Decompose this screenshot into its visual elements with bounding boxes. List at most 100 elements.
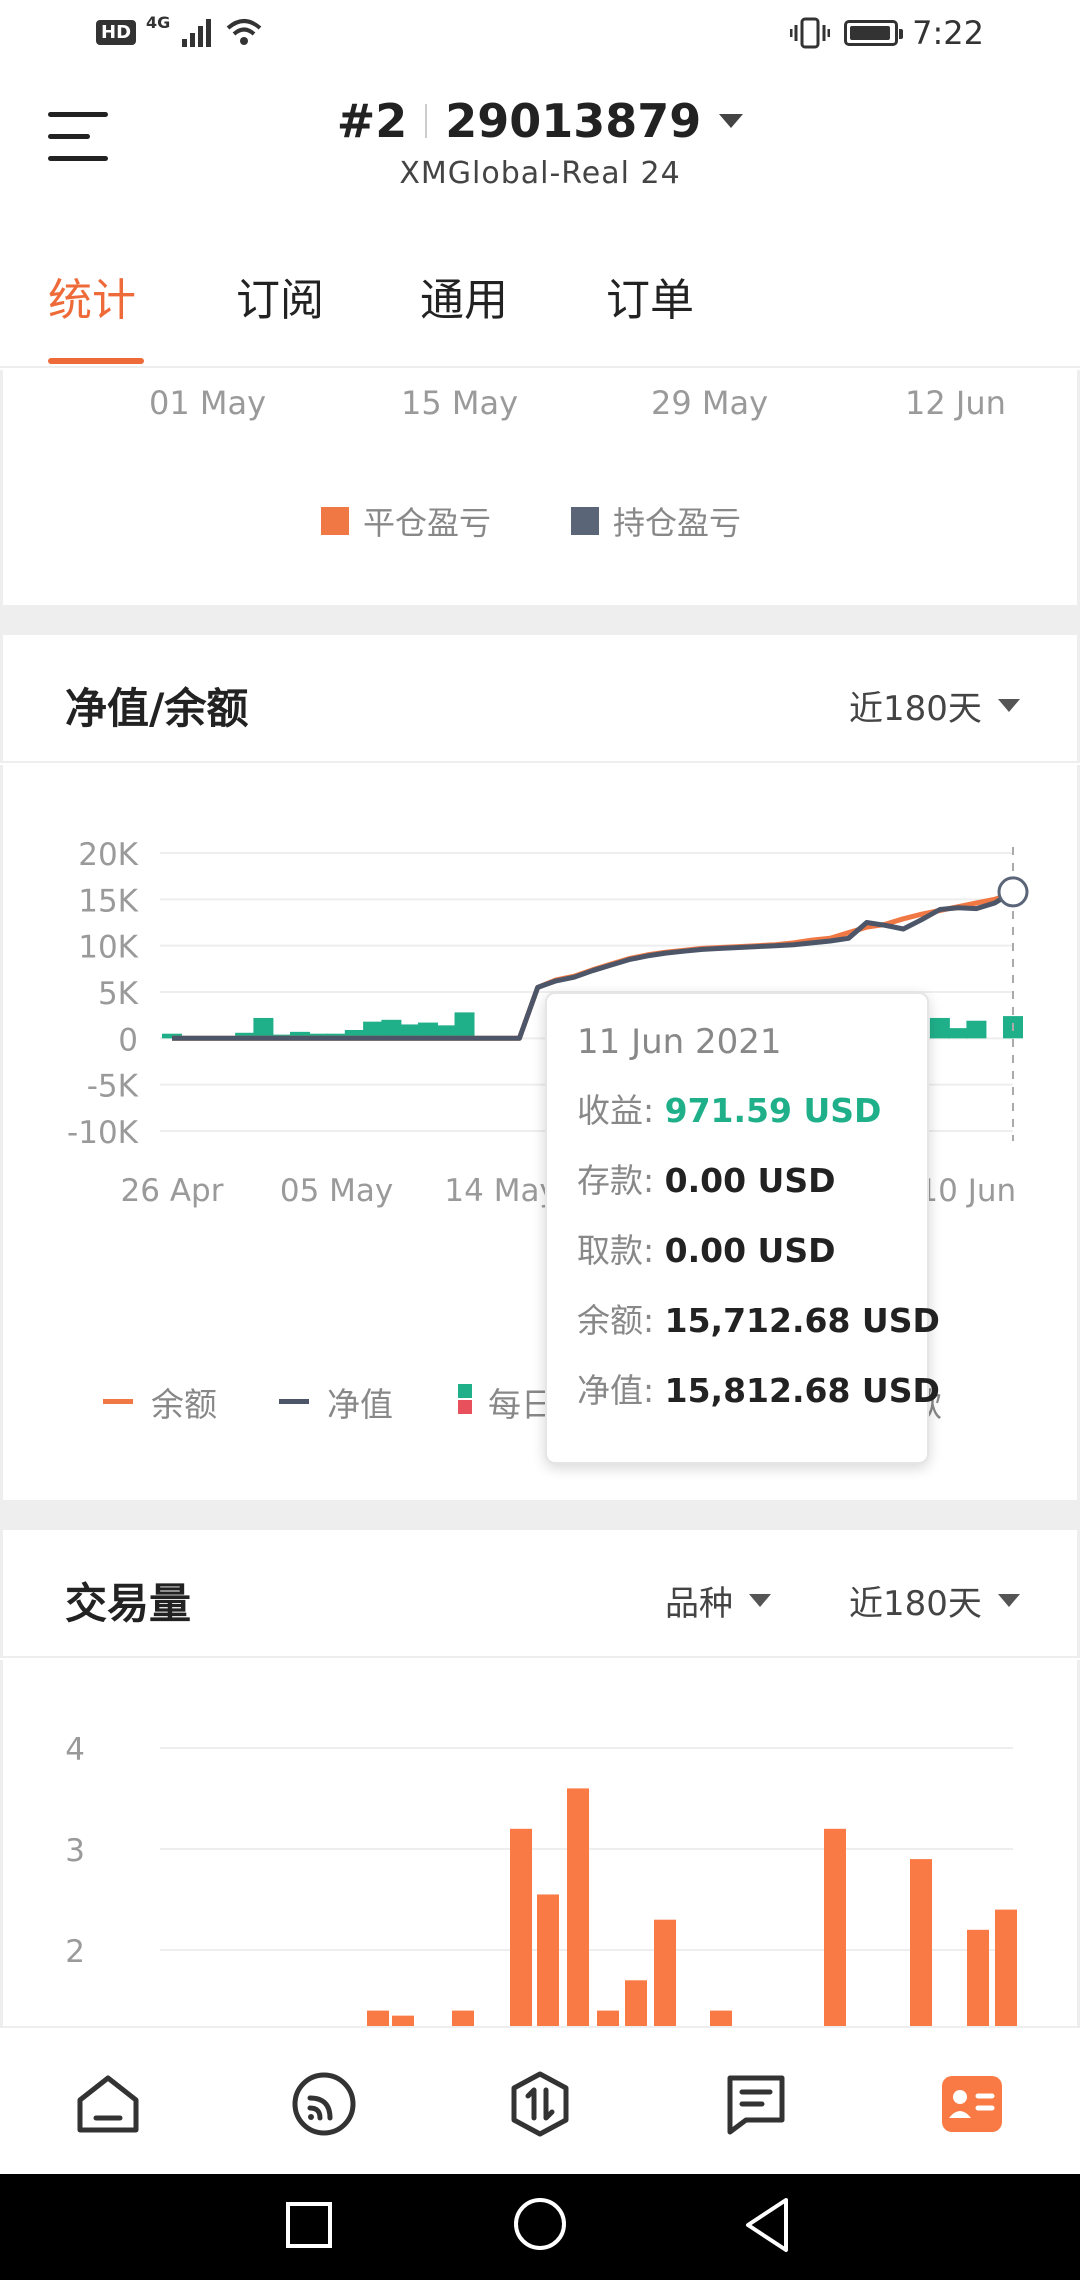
active-tab-indicator xyxy=(48,358,144,364)
status-bar: HD 4G 7:22 xyxy=(0,0,1080,72)
volume-bar xyxy=(367,2010,389,2026)
x-tick-label: 01 May xyxy=(149,384,267,422)
range-dropdown[interactable]: 近180天 xyxy=(849,1576,1020,1625)
back-icon[interactable] xyxy=(742,2196,792,2254)
tooltip-withdrawal: 取款: 0.00 USD xyxy=(577,1224,897,1272)
chevron-down-icon[interactable] xyxy=(719,114,744,128)
legend-swatch xyxy=(103,1399,133,1404)
chart-tooltip: 11 Jun 2021 收益: 971.59 USD 存款: 0.00 USD … xyxy=(545,992,940,1464)
range-label: 近180天 xyxy=(849,689,982,729)
volume-bar xyxy=(824,1828,846,2026)
status-left: HD 4G xyxy=(96,12,264,48)
tab-subscribe[interactable]: 订阅 xyxy=(236,264,324,328)
bottom-nav xyxy=(0,2026,1080,2174)
trade-icon[interactable] xyxy=(506,2070,574,2138)
x-tick-label: 14 May xyxy=(444,1173,557,1209)
tooltip-deposit: 存款: 0.00 USD xyxy=(577,1154,897,1202)
section-title: 交易量 xyxy=(65,1579,192,1628)
volume-bar xyxy=(392,2015,414,2026)
y-tick-label: 2 xyxy=(65,1934,85,1970)
volume-bar xyxy=(654,1919,676,2026)
y-tick-label: -5K xyxy=(87,1069,139,1105)
legend-swatch xyxy=(571,507,599,535)
daily-bar xyxy=(966,1020,987,1039)
volume-bar xyxy=(537,1894,559,2026)
account-selector[interactable]: #2 29013879 XMGlobal-Real 24 xyxy=(0,94,1080,191)
home-icon[interactable] xyxy=(74,2070,142,2138)
tooltip-value: 0.00 USD xyxy=(664,1161,836,1200)
tooltip-label: 净值: xyxy=(577,1371,655,1410)
tab-orders[interactable]: 订单 xyxy=(606,264,694,328)
network-type: 4G xyxy=(146,12,171,32)
daily-bar xyxy=(454,1012,475,1039)
clock: 7:22 xyxy=(912,14,984,52)
x-tick-label: 10 Jun xyxy=(918,1173,1016,1209)
wifi-icon xyxy=(226,19,262,45)
daily-bar xyxy=(948,1028,969,1039)
legend-swatch xyxy=(458,1400,472,1414)
daily-bar xyxy=(381,1019,402,1039)
tab-statistics[interactable]: 统计 xyxy=(48,264,136,328)
tooltip-profit: 收益: 971.59 USD xyxy=(577,1084,897,1132)
profile-card-icon[interactable] xyxy=(938,2070,1006,2138)
account-id: 29013879 xyxy=(445,94,702,148)
section-title: 净值/余额 xyxy=(65,684,249,733)
range-label: 近180天 xyxy=(849,1584,982,1624)
legend-label: 持仓盈亏 xyxy=(613,504,742,542)
tooltip-label: 收益: xyxy=(577,1091,655,1130)
volume-chart[interactable]: 4 3 2 xyxy=(0,1660,1080,2026)
tab-general[interactable]: 通用 xyxy=(420,264,508,328)
battery-icon xyxy=(844,20,904,46)
volume-bar xyxy=(510,1828,532,2026)
legend-closed-pl[interactable]: 平仓盈亏 xyxy=(321,498,491,544)
signals-icon[interactable] xyxy=(290,2070,358,2138)
x-tick-label: 26 Apr xyxy=(121,1173,224,1209)
legend-swatch xyxy=(279,1399,309,1404)
daily-bar xyxy=(929,1017,950,1039)
legend-label: 余额 xyxy=(151,1385,217,1424)
signal-icon xyxy=(182,19,212,47)
volume-section-header: 交易量 品种 近180天 xyxy=(0,1530,1080,1658)
x-tick-label: 29 May xyxy=(651,384,769,422)
legend-open-pl[interactable]: 持仓盈亏 xyxy=(571,498,741,544)
volume-bar xyxy=(625,1980,647,2026)
legend-swatch xyxy=(321,507,349,535)
system-nav-bar xyxy=(0,2174,1080,2280)
hd-badge: HD xyxy=(96,19,137,45)
tooltip-value: 0.00 USD xyxy=(664,1231,836,1270)
volume-bar xyxy=(567,1788,589,2026)
tooltip-balance: 余额: 15,712.68 USD xyxy=(577,1294,940,1342)
volume-bar xyxy=(910,1859,932,2026)
status-right: 7:22 xyxy=(790,14,984,52)
symbol-label: 品种 xyxy=(665,1584,733,1624)
range-dropdown[interactable]: 近180天 xyxy=(849,681,1020,730)
tooltip-value: 15,712.68 USD xyxy=(664,1301,940,1340)
tooltip-label: 余额: xyxy=(577,1301,655,1340)
x-tick-label: 05 May xyxy=(280,1173,393,1209)
y-tick-label: 20K xyxy=(78,837,138,873)
home-button[interactable] xyxy=(514,2198,566,2250)
legend-swatch xyxy=(458,1384,472,1398)
tab-bar: 统计 订阅 通用 订单 xyxy=(0,220,1080,368)
chevron-down-icon xyxy=(997,699,1020,712)
news-icon[interactable] xyxy=(722,2070,790,2138)
symbol-dropdown[interactable]: 品种 xyxy=(665,1576,771,1625)
y-tick-label: 0 xyxy=(118,1022,138,1058)
volume-chart-svg[interactable]: 4 3 2 xyxy=(3,1660,1077,2026)
volume-bar xyxy=(597,2010,619,2026)
tooltip-value: 971.59 USD xyxy=(664,1091,882,1130)
y-tick-label: -10K xyxy=(67,1115,139,1151)
y-tick-label: 15K xyxy=(78,883,138,919)
section-gap xyxy=(0,605,1080,635)
app-header: #2 29013879 XMGlobal-Real 24 xyxy=(0,72,1080,220)
tooltip-value: 15,812.68 USD xyxy=(664,1371,940,1410)
x-tick-label: 15 May xyxy=(401,384,519,422)
y-tick-label: 10K xyxy=(78,930,138,966)
section-gap xyxy=(0,1500,1080,1530)
chevron-down-icon xyxy=(997,1594,1020,1607)
y-tick-label: 3 xyxy=(65,1833,85,1869)
recent-apps-button[interactable] xyxy=(286,2202,332,2248)
tooltip-equity: 净值: 15,812.68 USD xyxy=(577,1364,940,1412)
x-tick-label: 12 Jun xyxy=(905,384,1006,422)
y-tick-label: 5K xyxy=(98,976,139,1012)
